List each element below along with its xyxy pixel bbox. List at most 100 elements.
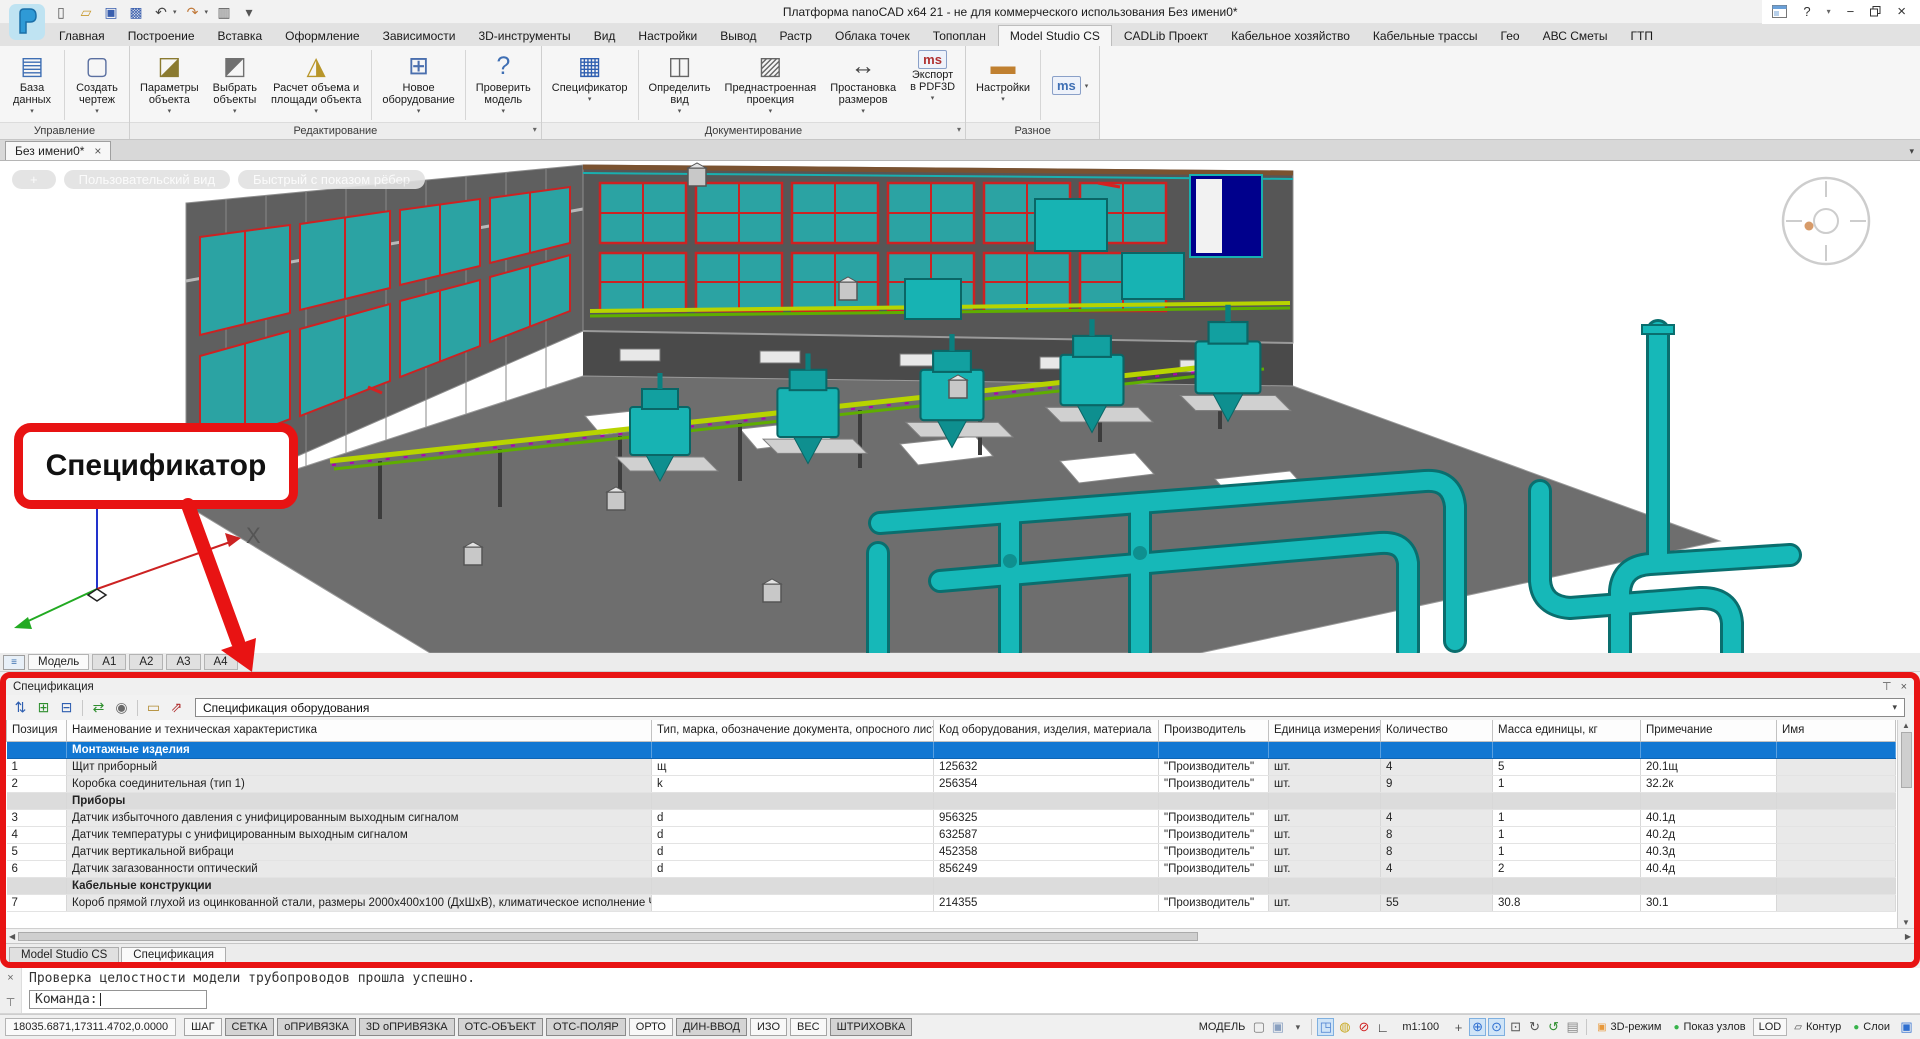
space-dropdown-icon[interactable]: ▾ <box>1289 1022 1306 1033</box>
specification-panel-titlebar[interactable]: Спецификация ⊤ × <box>6 678 1914 695</box>
cell-vendor[interactable] <box>1159 741 1269 758</box>
cell-objname[interactable] <box>1777 775 1896 792</box>
export-table-icon[interactable]: ⇗ <box>166 698 187 718</box>
cell-mass[interactable]: 2 <box>1493 860 1641 877</box>
cell-code[interactable] <box>934 741 1159 758</box>
space-label[interactable]: МОДЕЛЬ <box>1199 1021 1246 1033</box>
help-button[interactable]: ? <box>1803 4 1810 19</box>
cell-qty[interactable] <box>1381 877 1493 894</box>
viewport-lock-icon[interactable]: ▢ <box>1250 1019 1267 1035</box>
cell-pos[interactable]: 1 <box>7 758 67 775</box>
cell-qty[interactable]: 4 <box>1381 860 1493 877</box>
zoom-icon[interactable]: ⊙ <box>1488 1018 1505 1036</box>
cell-code[interactable]: 125632 <box>934 758 1159 775</box>
ribbon-tab-оформление[interactable]: Оформление <box>274 26 370 46</box>
cell-vendor[interactable]: "Производитель" <box>1159 860 1269 877</box>
ribbon-tab-3d-инструменты[interactable]: 3D-инструменты <box>467 26 581 46</box>
toggle-орто[interactable]: ОРТО <box>629 1018 673 1036</box>
customize-toolbar-icon[interactable]: ▾ <box>240 3 258 21</box>
cell-objname[interactable] <box>1777 826 1896 843</box>
cell-name[interactable]: Монтажные изделия <box>67 741 652 758</box>
table-row[interactable]: 5Датчик вертикальной вибрациd452358"Прои… <box>7 843 1896 860</box>
help-menu-icon[interactable]: ▾ <box>1827 7 1831 16</box>
cell-objname[interactable] <box>1777 877 1896 894</box>
cell-objname[interactable] <box>1777 894 1896 911</box>
cell-qty[interactable]: 8 <box>1381 826 1493 843</box>
toggle-опривязка[interactable]: оПРИВЯЗКА <box>277 1018 356 1036</box>
cell-unit[interactable]: шт. <box>1269 843 1381 860</box>
cell-vendor[interactable]: "Производитель" <box>1159 826 1269 843</box>
cell-objname[interactable] <box>1777 809 1896 826</box>
ribbon-tab-авс-сметы[interactable]: АВС Сметы <box>1532 26 1619 46</box>
scrollbar-thumb[interactable] <box>18 932 1198 941</box>
cell-objname[interactable] <box>1777 860 1896 877</box>
cell-pos[interactable]: 2 <box>7 775 67 792</box>
cell-mark[interactable] <box>652 741 934 758</box>
selection-cycling-icon[interactable]: ◳ <box>1317 1018 1334 1036</box>
insert-table-icon[interactable]: ⊞ <box>33 698 54 718</box>
cell-unit[interactable] <box>1269 792 1381 809</box>
column-header[interactable]: Примечание <box>1641 720 1777 741</box>
cell-note[interactable]: 40.1д <box>1641 809 1777 826</box>
preview-icon[interactable]: ◉ <box>111 698 132 718</box>
cell-qty[interactable]: 4 <box>1381 809 1493 826</box>
minimize-button[interactable]: − <box>1847 4 1855 19</box>
lightbulb-icon[interactable]: ◍ <box>1336 1018 1353 1036</box>
toggle-штриховка[interactable]: ШТРИХОВКА <box>830 1018 913 1036</box>
cell-code[interactable]: 214355 <box>934 894 1159 911</box>
cell-code[interactable]: 856249 <box>934 860 1159 877</box>
ribbon-tab-вид[interactable]: Вид <box>583 26 627 46</box>
category-row[interactable]: Приборы <box>7 792 1896 809</box>
cell-unit[interactable]: шт. <box>1269 894 1381 911</box>
cell-pos[interactable]: 4 <box>7 826 67 843</box>
ribbon-tab-настройки[interactable]: Настройки <box>627 26 708 46</box>
sheet-icon[interactable]: ▤ <box>1564 1018 1581 1036</box>
cell-vendor[interactable] <box>1159 877 1269 894</box>
cell-pos[interactable] <box>7 877 67 894</box>
cell-unit[interactable]: шт. <box>1269 860 1381 877</box>
toggle-сетка[interactable]: СЕТКА <box>225 1018 275 1036</box>
object-parameters-button[interactable]: ◪Параметры объекта▾ <box>133 48 206 122</box>
settings-button[interactable]: ▬Настройки▾ <box>969 48 1037 122</box>
cell-name[interactable]: Датчик избыточного давления с унифициров… <box>67 809 652 826</box>
cell-mark[interactable] <box>652 877 934 894</box>
cell-unit[interactable]: шт. <box>1269 775 1381 792</box>
add-view-button[interactable]: + <box>12 170 56 189</box>
cell-name[interactable]: Коробка соединительная (тип 1) <box>67 775 652 792</box>
cell-note[interactable]: 40.2д <box>1641 826 1777 843</box>
cell-vendor[interactable]: "Производитель" <box>1159 843 1269 860</box>
pan-icon[interactable]: + <box>1450 1018 1467 1036</box>
toggle-вес[interactable]: ВЕС <box>790 1018 827 1036</box>
ribbon-tab-топоплан[interactable]: Топоплан <box>922 26 997 46</box>
table-row[interactable]: 7Короб прямой глухой из оцинкованной ста… <box>7 894 1896 911</box>
scroll-right-icon[interactable]: ▶ <box>1905 932 1911 941</box>
undo-icon-caret[interactable]: ▾ <box>173 8 177 16</box>
cell-pos[interactable]: 5 <box>7 843 67 860</box>
cell-mark[interactable]: d <box>652 809 934 826</box>
cell-note[interactable]: 40.4д <box>1641 860 1777 877</box>
undo-icon[interactable]: ↶ <box>152 3 170 21</box>
save-as-icon[interactable]: ▩ <box>127 3 145 21</box>
scroll-down-icon[interactable]: ▼ <box>1902 918 1910 927</box>
cell-mass[interactable]: 1 <box>1493 775 1641 792</box>
mode-3d-toggle[interactable]: ▣3D-режим <box>1592 1019 1666 1035</box>
cell-note[interactable]: 40.3д <box>1641 843 1777 860</box>
cell-unit[interactable]: шт. <box>1269 826 1381 843</box>
cell-objname[interactable] <box>1777 843 1896 860</box>
select-objects-button[interactable]: ◩Выбрать объекты▾ <box>206 48 264 122</box>
cell-pos[interactable] <box>7 741 67 758</box>
define-view-button[interactable]: ◫Определить вид▾ <box>642 48 718 122</box>
cell-mark[interactable] <box>652 894 934 911</box>
cell-unit[interactable]: шт. <box>1269 809 1381 826</box>
nanocad-logo-icon[interactable] <box>8 3 46 41</box>
cell-mass[interactable]: 1 <box>1493 826 1641 843</box>
cell-note[interactable]: 32.2к <box>1641 775 1777 792</box>
cell-pos[interactable]: 3 <box>7 809 67 826</box>
column-header[interactable]: Наименование и техническая характеристик… <box>67 720 652 741</box>
document-tabs-menu-icon[interactable]: ▾ <box>1909 146 1914 157</box>
workspace-icon[interactable] <box>1772 5 1787 18</box>
specification-type-combo[interactable]: Спецификация оборудования▾ <box>195 698 1905 717</box>
table-row[interactable]: 6Датчик загазованности оптическийd856249… <box>7 860 1896 877</box>
preset-projection-button[interactable]: ▨Преднастроенная проекция▾ <box>718 48 824 122</box>
layout-tab-А2[interactable]: А2 <box>129 654 163 670</box>
